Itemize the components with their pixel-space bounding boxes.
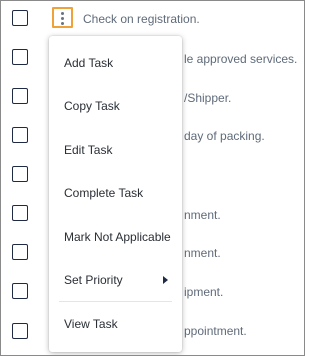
more-vertical-icon-dot xyxy=(60,21,64,25)
task-text: Check on registration. xyxy=(83,12,200,26)
menu-item-label: Set Priority xyxy=(64,273,123,287)
task-checkbox[interactable] xyxy=(12,88,28,104)
task-context-menu: Add Task Copy Task Edit Task Complete Ta… xyxy=(49,36,182,352)
task-checkbox[interactable] xyxy=(12,10,28,26)
more-vertical-icon xyxy=(60,11,64,15)
menu-item-label: Copy Task xyxy=(64,99,120,113)
task-text: day of packing. xyxy=(184,129,265,143)
menu-item-label: Complete Task xyxy=(64,186,144,200)
task-checkbox[interactable] xyxy=(12,205,28,221)
task-text: nment. xyxy=(184,246,221,260)
task-text: le approved services. xyxy=(184,52,298,66)
menu-item-add-task[interactable]: Add Task xyxy=(49,44,182,82)
menu-divider xyxy=(59,301,172,302)
task-checkbox[interactable] xyxy=(12,283,28,299)
task-checkbox[interactable] xyxy=(12,323,28,339)
task-checkbox[interactable] xyxy=(12,127,28,143)
menu-item-set-priority[interactable]: Set Priority xyxy=(49,261,182,299)
task-more-button[interactable] xyxy=(52,7,73,28)
menu-item-label: Mark Not Applicable xyxy=(64,230,171,244)
menu-item-edit-task[interactable]: Edit Task xyxy=(49,131,182,169)
menu-item-label: View Task xyxy=(64,317,118,331)
task-text: nment. xyxy=(184,208,221,222)
menu-item-view-task[interactable]: View Task xyxy=(49,305,182,343)
menu-item-complete-task[interactable]: Complete Task xyxy=(49,174,182,212)
task-checkbox[interactable] xyxy=(12,49,28,65)
task-text: ppointment. xyxy=(184,324,247,338)
menu-item-copy-task[interactable]: Copy Task xyxy=(49,87,182,125)
task-list-panel: Check on registration. le approved servi… xyxy=(0,0,305,356)
menu-item-label: Add Task xyxy=(64,56,114,70)
task-text: ipment. xyxy=(184,285,224,299)
task-checkbox[interactable] xyxy=(12,166,28,182)
task-checkbox[interactable] xyxy=(12,244,28,260)
task-row: Check on registration. xyxy=(1,1,304,40)
task-text: /Shipper. xyxy=(184,91,232,105)
menu-item-label: Edit Task xyxy=(64,143,113,157)
more-vertical-icon-dot xyxy=(60,16,64,20)
caret-right-icon xyxy=(163,276,168,284)
menu-item-mark-not-applicable[interactable]: Mark Not Applicable xyxy=(49,218,182,256)
